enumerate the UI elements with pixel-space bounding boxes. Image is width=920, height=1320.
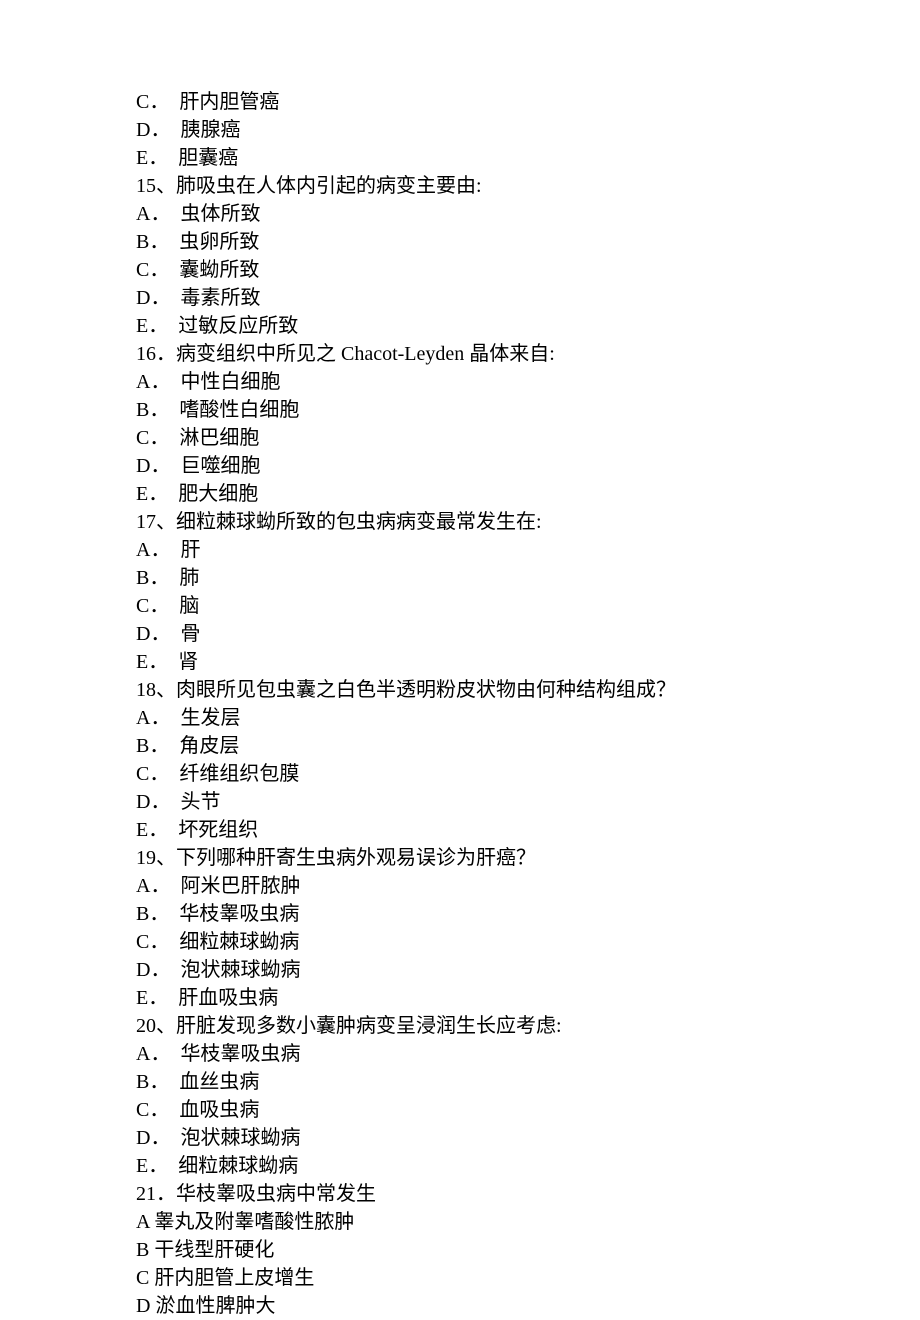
option-text: A． 华枝睾吸虫病 [136, 1040, 920, 1068]
option-text: D． 头节 [136, 788, 920, 816]
option-text: A． 肝 [136, 536, 920, 564]
option-text: A． 阿米巴肝脓肿 [136, 872, 920, 900]
option-text: E． 胆囊癌 [136, 144, 920, 172]
option-text: C． 脑 [136, 592, 920, 620]
option-text: B． 嗜酸性白细胞 [136, 396, 920, 424]
option-text: C 肝内胆管上皮增生 [136, 1264, 920, 1292]
option-text: E． 肾 [136, 648, 920, 676]
option-text: D． 泡状棘球蚴病 [136, 956, 920, 984]
option-text: E． 肝血吸虫病 [136, 984, 920, 1012]
option-text: B． 角皮层 [136, 732, 920, 760]
option-text: D． 胰腺癌 [136, 116, 920, 144]
option-text: A． 中性白细胞 [136, 368, 920, 396]
document-page: C． 肝内胆管癌 D． 胰腺癌 E． 胆囊癌 15、肺吸虫在人体内引起的病变主要… [0, 0, 920, 1320]
option-text: E． 过敏反应所致 [136, 312, 920, 340]
option-text: D． 骨 [136, 620, 920, 648]
option-text: E． 细粒棘球蚴病 [136, 1152, 920, 1180]
option-text: C． 细粒棘球蚴病 [136, 928, 920, 956]
option-text: E． 肥大细胞 [136, 480, 920, 508]
option-text: C． 肝内胆管癌 [136, 88, 920, 116]
question-text: 20、肝脏发现多数小囊肿病变呈浸润生长应考虑: [136, 1012, 920, 1040]
option-text: A． 虫体所致 [136, 200, 920, 228]
question-text: 18、肉眼所见包虫囊之白色半透明粉皮状物由何种结构组成？ [136, 676, 920, 704]
option-text: B． 血丝虫病 [136, 1068, 920, 1096]
question-text: 17、细粒棘球蚴所致的包虫病病变最常发生在: [136, 508, 920, 536]
option-text: B． 华枝睾吸虫病 [136, 900, 920, 928]
question-text: 15、肺吸虫在人体内引起的病变主要由: [136, 172, 920, 200]
option-text: E． 坏死组织 [136, 816, 920, 844]
option-text: D 淤血性脾肿大 [136, 1292, 920, 1320]
question-text: 21．华枝睾吸虫病中常发生 [136, 1180, 920, 1208]
option-text: B 干线型肝硬化 [136, 1236, 920, 1264]
option-text: C． 纤维组织包膜 [136, 760, 920, 788]
option-text: A 睾丸及附睾嗜酸性脓肿 [136, 1208, 920, 1236]
option-text: B． 肺 [136, 564, 920, 592]
option-text: D． 泡状棘球蚴病 [136, 1124, 920, 1152]
question-text: 16．病变组织中所见之 Chacot-Leyden 晶体来自: [136, 340, 920, 368]
option-text: C． 血吸虫病 [136, 1096, 920, 1124]
option-text: A． 生发层 [136, 704, 920, 732]
option-text: C． 囊蚴所致 [136, 256, 920, 284]
option-text: D． 巨噬细胞 [136, 452, 920, 480]
option-text: D． 毒素所致 [136, 284, 920, 312]
option-text: B． 虫卵所致 [136, 228, 920, 256]
option-text: C． 淋巴细胞 [136, 424, 920, 452]
question-text: 19、下列哪种肝寄生虫病外观易误诊为肝癌？ [136, 844, 920, 872]
